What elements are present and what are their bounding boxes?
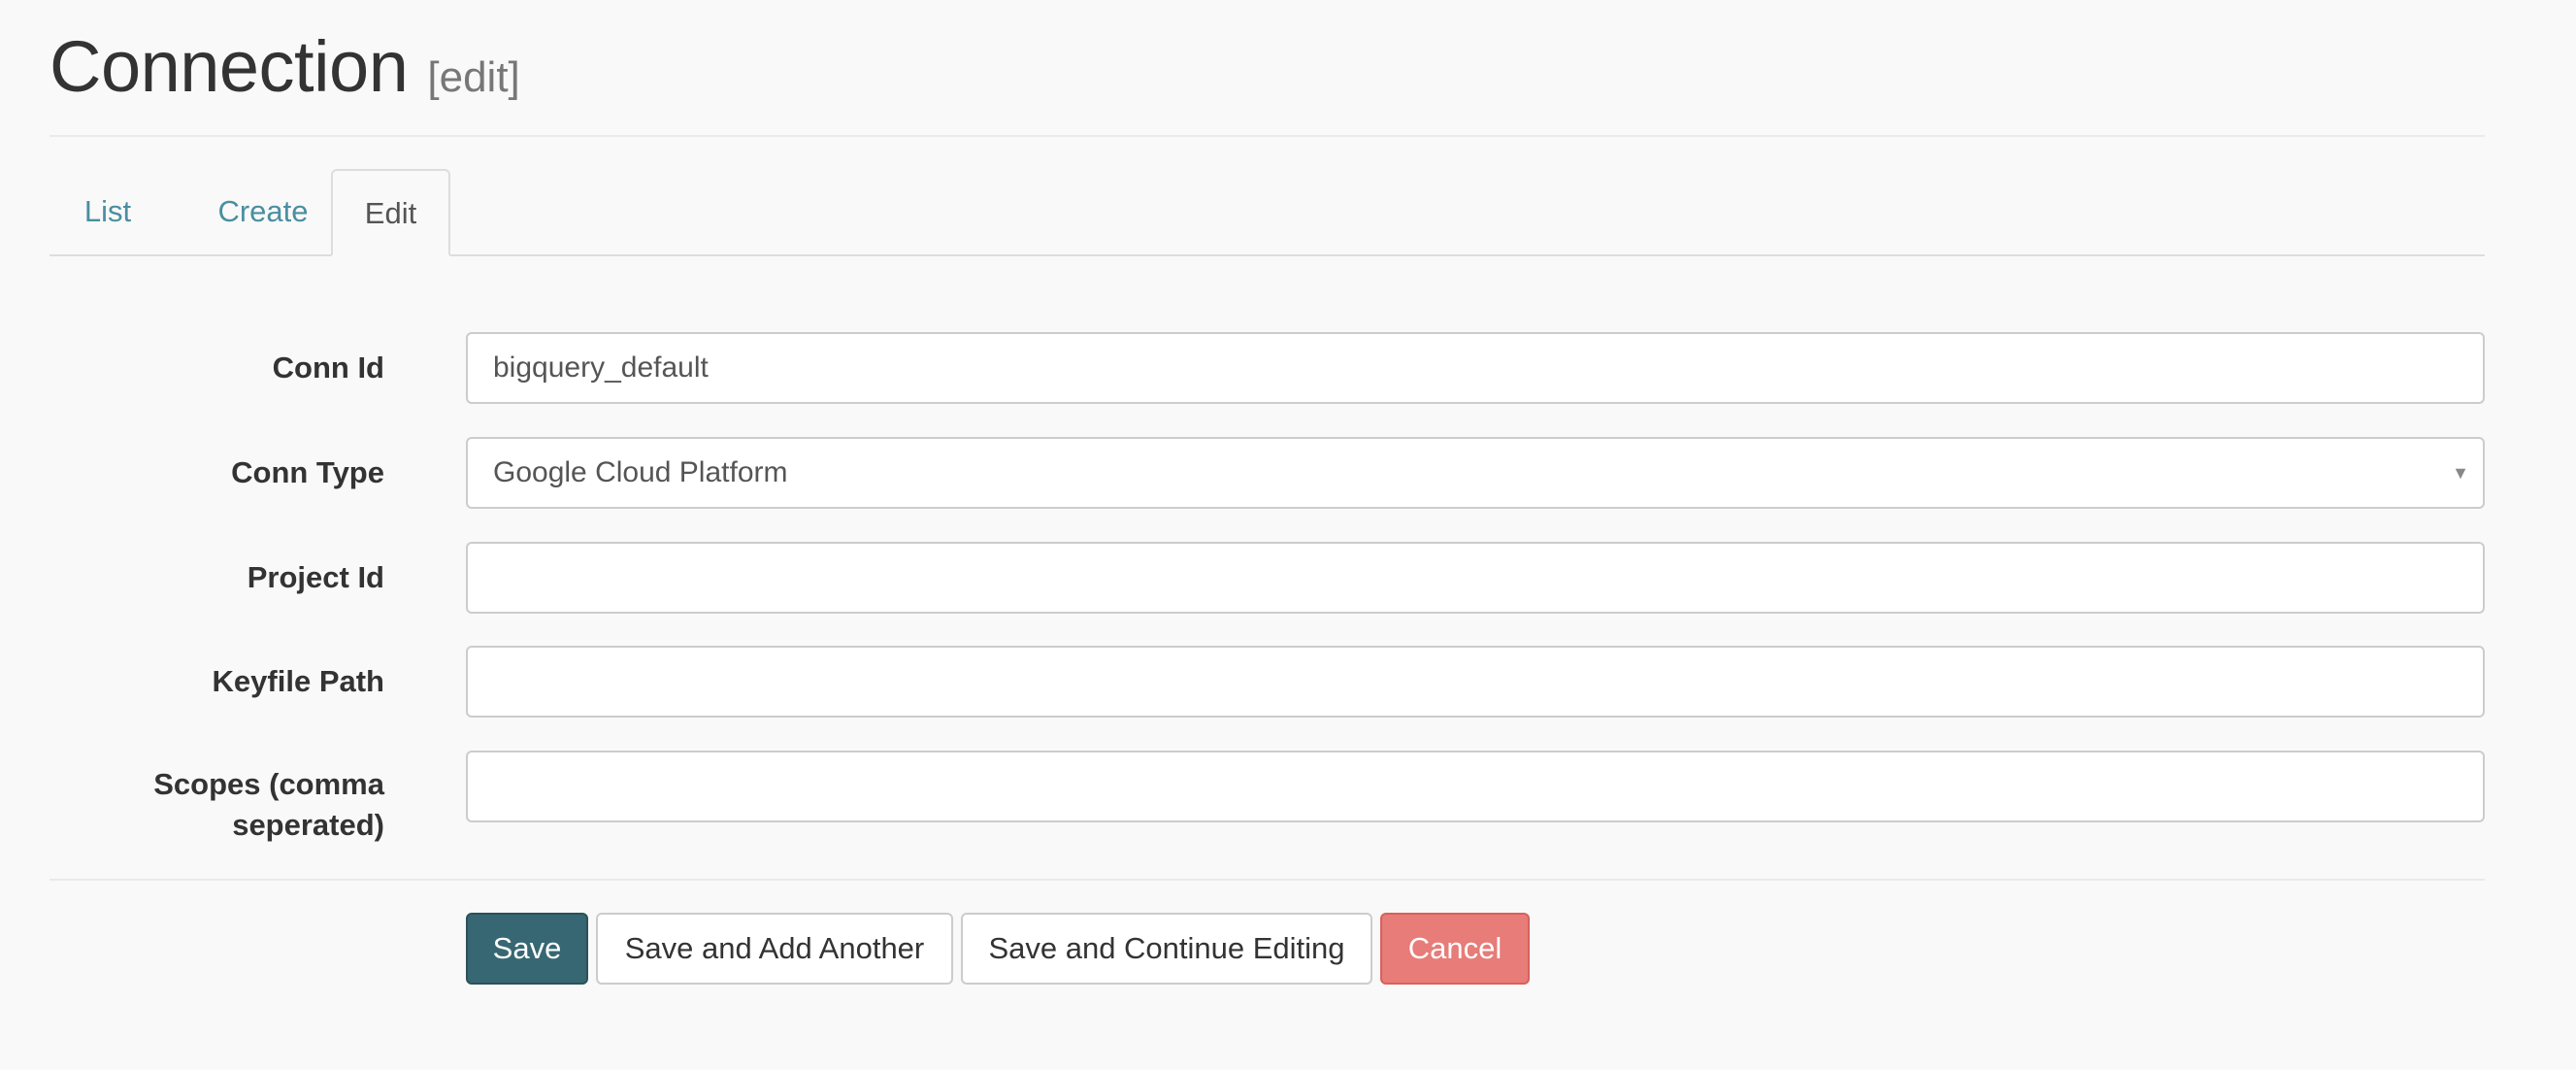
tab-bar: List Create Edit: [50, 169, 2485, 256]
conn-type-label: Conn Type: [231, 455, 384, 489]
conn-id-label: Conn Id: [272, 351, 384, 385]
page-subtitle: [edit]: [427, 53, 520, 101]
scopes-label-line2: seperated): [232, 808, 384, 842]
conn-id-input[interactable]: bigquery_default: [466, 332, 2485, 404]
conn-type-select[interactable]: Google Cloud Platform ▼: [466, 437, 2485, 509]
page-title: Connection: [50, 26, 409, 107]
project-id-input[interactable]: [466, 542, 2485, 614]
tab-create[interactable]: Create: [176, 169, 350, 254]
page-header: Connection [edit]: [50, 25, 520, 113]
header-divider: [50, 135, 2485, 137]
save-and-continue-editing-button[interactable]: Save and Continue Editing: [961, 913, 1372, 985]
cancel-button[interactable]: Cancel: [1380, 913, 1530, 985]
conn-type-value: Google Cloud Platform: [493, 456, 788, 488]
scopes-label: Scopes (comma seperated): [153, 764, 384, 846]
chevron-down-icon: ▼: [2452, 463, 2469, 483]
scopes-input[interactable]: [466, 751, 2485, 822]
connection-edit-page: Connection [edit] List Create Edit Conn …: [0, 0, 2576, 1070]
scopes-label-line1: Scopes (comma: [153, 767, 384, 801]
save-and-add-another-button[interactable]: Save and Add Another: [596, 913, 953, 985]
tab-list[interactable]: List: [50, 169, 166, 254]
keyfile-path-label: Keyfile Path: [212, 664, 384, 698]
tab-edit[interactable]: Edit: [331, 169, 450, 256]
project-id-label: Project Id: [247, 560, 384, 594]
form-divider: [50, 879, 2485, 881]
save-button[interactable]: Save: [466, 913, 588, 985]
conn-id-value: bigquery_default: [493, 351, 709, 384]
keyfile-path-input[interactable]: [466, 646, 2485, 718]
